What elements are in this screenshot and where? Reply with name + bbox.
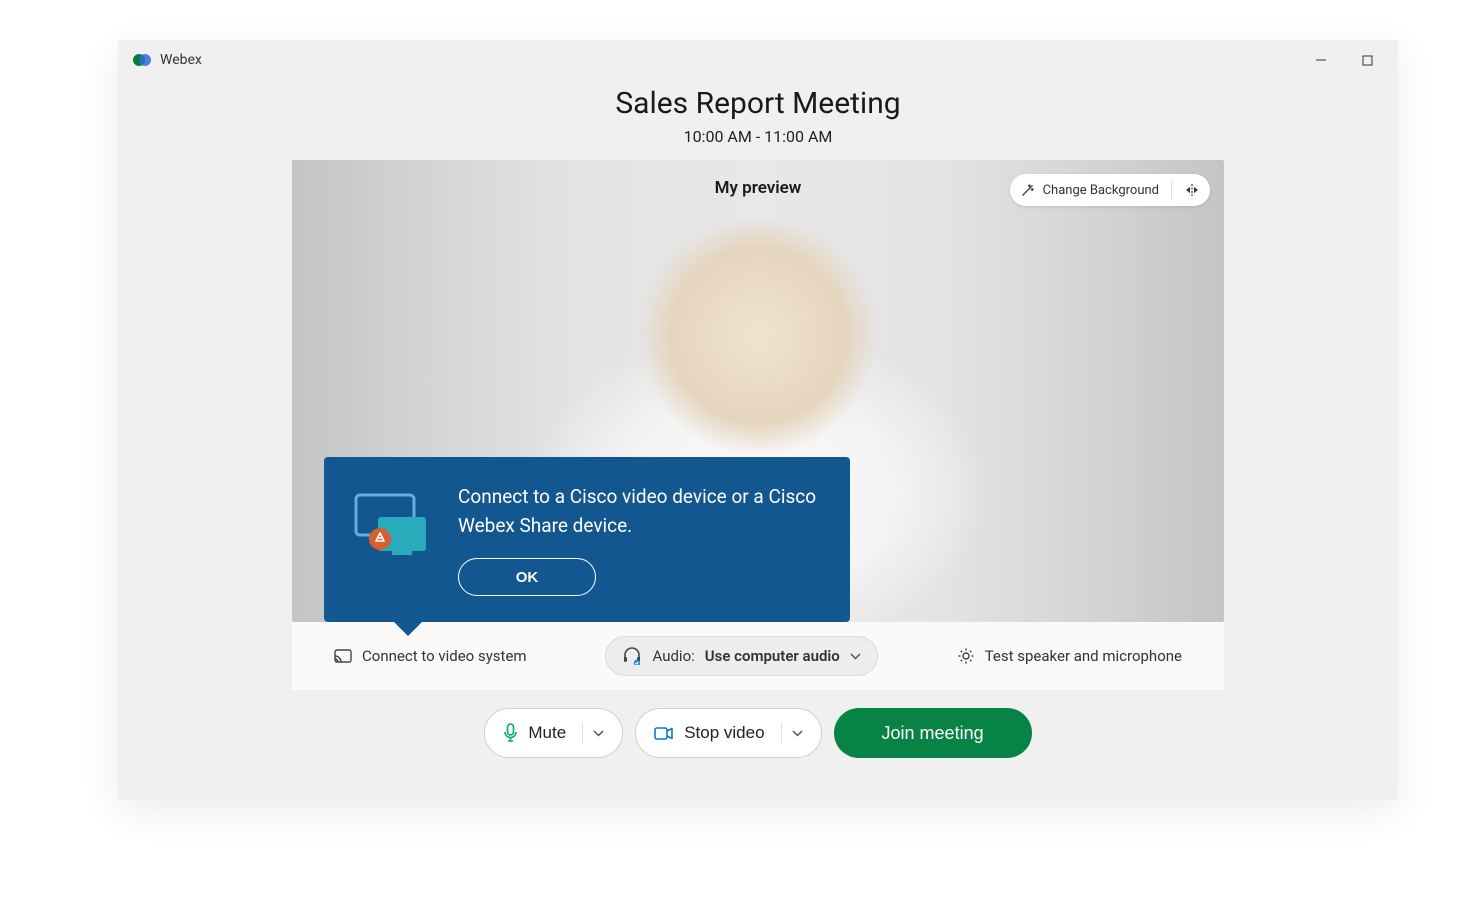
callout-body: Connect to a Cisco video device or a Cis…: [458, 483, 820, 596]
audio-label: Audio:: [652, 647, 694, 665]
gear-icon: [957, 647, 975, 665]
webex-logo-icon: [132, 50, 152, 70]
mute-button[interactable]: Mute: [484, 708, 623, 758]
callout-text: Connect to a Cisco video device or a Cis…: [458, 483, 820, 540]
test-speaker-mic-label: Test speaker and microphone: [985, 647, 1182, 665]
titlebar: Webex: [118, 40, 1398, 80]
camera-icon: [654, 726, 674, 741]
connect-device-callout: Connect to a Cisco video device or a Cis…: [324, 457, 850, 622]
chevron-down-icon[interactable]: [792, 730, 803, 737]
action-row: Mute Stop video Join meeting: [118, 708, 1398, 758]
preview-area: My preview Change Background: [292, 160, 1224, 690]
microphone-icon: [503, 723, 518, 743]
minimize-button[interactable]: [1298, 40, 1344, 80]
connect-video-system-label: Connect to video system: [362, 647, 527, 665]
app-window: Webex Sales Report Meeting 10:00 AM - 11…: [118, 40, 1398, 800]
options-row: Connect to video system Audio: Use compu…: [292, 622, 1224, 690]
mute-label: Mute: [528, 723, 566, 743]
maximize-button[interactable]: [1344, 40, 1390, 80]
title-left: Webex: [132, 50, 202, 70]
audio-selector[interactable]: Audio: Use computer audio: [605, 636, 877, 676]
meeting-time: 10:00 AM - 11:00 AM: [118, 127, 1398, 146]
chevron-down-icon[interactable]: [593, 730, 604, 737]
stop-video-label: Stop video: [684, 723, 764, 743]
meeting-title: Sales Report Meeting: [118, 86, 1398, 121]
test-speaker-mic-button[interactable]: Test speaker and microphone: [957, 647, 1182, 665]
change-background-button[interactable]: Change Background: [1010, 174, 1210, 206]
meeting-header: Sales Report Meeting 10:00 AM - 11:00 AM: [118, 86, 1398, 146]
separator: [781, 722, 782, 744]
device-icon: [350, 483, 436, 596]
chevron-down-icon: [850, 653, 861, 660]
preview-label: My preview: [715, 178, 802, 198]
mirror-icon[interactable]: [1184, 183, 1200, 197]
window-controls: [1298, 40, 1390, 80]
audio-value: Use computer audio: [705, 647, 840, 665]
video-preview: My preview Change Background: [292, 160, 1224, 622]
app-name: Webex: [160, 52, 202, 68]
change-background-label: Change Background: [1043, 183, 1159, 198]
wand-icon: [1020, 183, 1035, 198]
stop-video-button[interactable]: Stop video: [635, 708, 821, 758]
divider: [1171, 181, 1172, 199]
cast-icon: [334, 649, 352, 664]
separator: [582, 722, 583, 744]
headset-icon: [622, 647, 642, 665]
callout-ok-button[interactable]: OK: [458, 558, 596, 596]
connect-video-system-button[interactable]: Connect to video system: [334, 647, 527, 665]
join-meeting-button[interactable]: Join meeting: [834, 708, 1032, 758]
